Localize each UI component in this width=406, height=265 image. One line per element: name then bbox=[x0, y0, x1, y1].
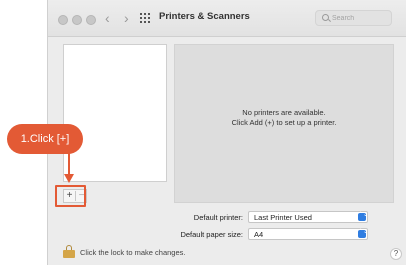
search-icon bbox=[322, 14, 329, 21]
show-all-grid-icon[interactable] bbox=[140, 13, 152, 24]
printers-scanners-window: ‹ › Printers & Scanners + − No printers … bbox=[47, 0, 406, 265]
paper-size-label: Default paper size: bbox=[180, 230, 243, 239]
empty-state-line-2: Click Add (+) to set up a printer. bbox=[231, 118, 337, 127]
window-title: Printers & Scanners bbox=[159, 11, 250, 22]
callout-arrow-icon bbox=[64, 174, 74, 183]
search-input[interactable] bbox=[332, 12, 388, 24]
paper-size-popup[interactable]: A4 ⌃⌄ bbox=[248, 228, 368, 240]
empty-state-line-1: No printers are available. bbox=[242, 108, 326, 117]
search-field[interactable] bbox=[315, 10, 392, 26]
callout-pointer-line bbox=[68, 153, 70, 175]
default-printer-popup[interactable]: Last Printer Used ⌃⌄ bbox=[248, 211, 368, 223]
default-printer-value: Last Printer Used bbox=[254, 213, 312, 222]
printer-detail-pane: No printers are available. Click Add (+)… bbox=[174, 44, 394, 203]
minimize-button[interactable] bbox=[72, 15, 82, 25]
add-button-highlight bbox=[55, 185, 86, 207]
paper-size-value: A4 bbox=[254, 230, 264, 239]
lock-message: Click the lock to make changes. bbox=[80, 248, 186, 257]
zoom-button[interactable] bbox=[86, 15, 96, 25]
close-button[interactable] bbox=[58, 15, 68, 25]
instruction-callout: 1.Click [+] bbox=[7, 124, 83, 154]
back-button[interactable]: ‹ bbox=[105, 10, 110, 26]
lock-icon[interactable] bbox=[63, 245, 75, 258]
popup-stepper-icon: ⌃⌄ bbox=[358, 212, 368, 221]
forward-button[interactable]: › bbox=[124, 10, 129, 26]
title-bar: ‹ › Printers & Scanners bbox=[48, 0, 406, 37]
popup-stepper-icon: ⌃⌄ bbox=[358, 229, 368, 238]
empty-state-message: No printers are available. Click Add (+)… bbox=[175, 108, 393, 128]
default-printer-label: Default printer: bbox=[193, 213, 243, 222]
help-button[interactable]: ? bbox=[390, 248, 402, 260]
printer-list[interactable] bbox=[63, 44, 167, 182]
